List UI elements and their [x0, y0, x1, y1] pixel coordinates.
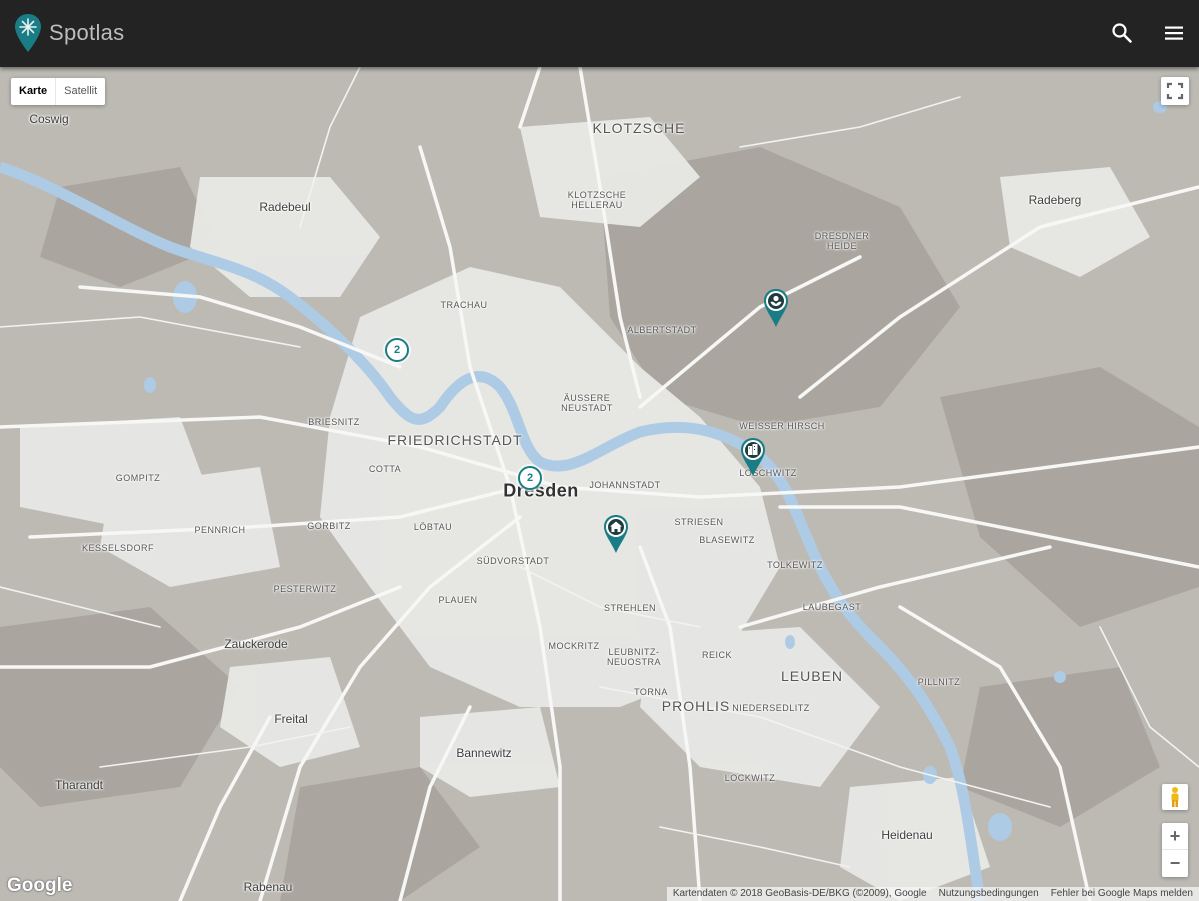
zoom-in-button[interactable]: + [1162, 823, 1188, 850]
map-label: Radeberg [1028, 193, 1082, 207]
map-label: TRACHAU [440, 300, 488, 310]
map-label: Rabenau [243, 880, 293, 894]
map-attribution: Kartendaten © 2018 GeoBasis-DE/BKG (©200… [666, 887, 1199, 901]
map-label: FRIEDRICHSTADT [387, 432, 523, 448]
app-header: Spotlas [0, 0, 1199, 67]
map-label: TORNA [634, 687, 668, 697]
google-logo: Google [7, 875, 73, 896]
map-label-city: Dresden [503, 480, 579, 501]
map-type-karte-button[interactable]: Karte [11, 78, 57, 105]
map-label: MOCKRITZ [548, 641, 600, 651]
map-label: ALBERTSTADT [627, 325, 697, 335]
map-label: GOMPITZ [115, 473, 161, 483]
map-label: KLOTZSCHE HELLERAU [567, 190, 627, 210]
map-label: BRIESNITZ [308, 417, 360, 427]
terms-link[interactable]: Nutzungsbedingungen [933, 887, 1045, 901]
map-label: ÄUSSERE NEUSTADT [561, 393, 613, 413]
map-label: BLASEWITZ [699, 535, 755, 545]
map-label: PROHLIS [661, 698, 731, 714]
map-label: Coswig [29, 112, 69, 126]
cluster-marker[interactable]: 2 [385, 338, 409, 362]
map-label: Heidenau [881, 828, 933, 842]
place-marker[interactable] [763, 288, 789, 328]
map-type-control: Karte Satellit [11, 78, 106, 105]
place-marker[interactable] [603, 514, 629, 554]
map-label: PENNRICH [194, 525, 246, 535]
map-label: STREHLEN [603, 603, 657, 613]
map-canvas[interactable]: Coswig Radebeul Radeberg KLOTZSCHE KLOTZ… [0, 67, 1199, 901]
map-label: DRESDNER HEIDE [814, 231, 870, 251]
map-label: Bannewitz [456, 746, 512, 760]
place-marker[interactable] [740, 437, 766, 477]
map-label: Radebeul [259, 200, 311, 214]
menu-icon[interactable] [1162, 21, 1186, 45]
map-label: NIEDERSEDLITZ [732, 703, 810, 713]
map-label: STRIESEN [674, 517, 724, 527]
map-label: PILLNITZ [917, 677, 961, 687]
map-label: WEISSER HIRSCH [739, 421, 825, 431]
map-label: PLAUEN [438, 595, 478, 605]
zoom-control: + − [1162, 823, 1188, 877]
cluster-marker[interactable]: 2 [518, 466, 542, 490]
map-label: PESTERWITZ [273, 584, 337, 594]
fullscreen-button[interactable] [1161, 77, 1189, 105]
map-label: GORBITZ [307, 521, 351, 531]
map-label: TOLKEWITZ [767, 560, 823, 570]
map-label: KLOTZSCHE [592, 120, 686, 136]
zoom-out-button[interactable]: − [1162, 850, 1188, 877]
pegman-icon [1171, 787, 1179, 807]
map-label: LEUBEN [780, 668, 844, 684]
map-label: REICK [701, 650, 733, 660]
map-label: LÖBTAU [413, 522, 453, 532]
map-label: LEUBNITZ- NEUOSTRA [606, 647, 662, 667]
map-label: LOCKWITZ [724, 773, 776, 783]
app-title: Spotlas [49, 20, 125, 45]
map-label: COTTA [368, 464, 402, 474]
spotlas-logo-icon [15, 14, 41, 52]
map-label: Tharandt [54, 778, 104, 792]
map-data-text: Kartendaten © 2018 GeoBasis-DE/BKG (©200… [672, 888, 927, 899]
street-view-pegman-button[interactable] [1162, 784, 1188, 810]
report-error-link[interactable]: Fehler bei Google Maps melden [1045, 887, 1199, 901]
map-label: JOHANNSTADT [589, 480, 661, 490]
map-label: SÜDVORSTADT [476, 556, 550, 566]
map-type-satellit-button[interactable]: Satellit [56, 78, 105, 105]
map-label: Zauckerode [224, 637, 288, 651]
map-label: Freital [274, 712, 308, 726]
map-label: LAUBEGAST [802, 602, 862, 612]
fullscreen-icon [1166, 82, 1184, 100]
search-icon[interactable] [1110, 21, 1134, 45]
map-label: KESSELSDORF [81, 543, 155, 553]
